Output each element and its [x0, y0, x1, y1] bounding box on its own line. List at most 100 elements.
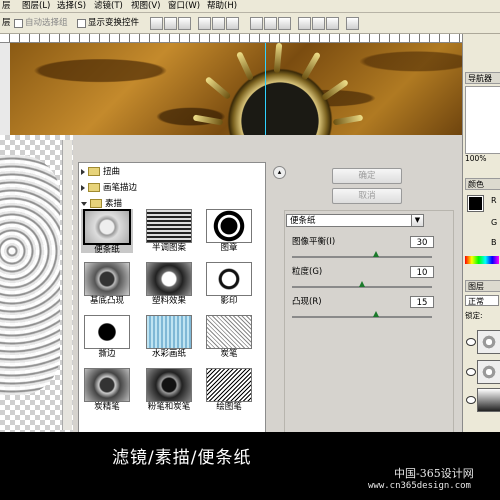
foreground-color-swatch[interactable] — [467, 195, 484, 212]
filter-conte-crayon[interactable]: 炭精笔 — [81, 368, 133, 412]
visibility-eye-icon[interactable] — [466, 396, 476, 404]
filter-label: 水彩画纸 — [151, 349, 186, 359]
filter-thumbnail — [146, 262, 192, 296]
filter-graphic-pen[interactable]: 绘图笔 — [203, 368, 255, 412]
layer-thumbnail[interactable] — [477, 388, 500, 412]
guide-line[interactable] — [265, 43, 266, 135]
blend-mode-select[interactable]: 正常 — [465, 295, 499, 306]
menu-help[interactable]: 帮助(H) — [207, 0, 237, 12]
expand-arrow-icon — [81, 184, 85, 191]
preview-image — [0, 155, 60, 395]
filter-label: 半调图案 — [151, 243, 186, 253]
preview-scrollbar[interactable] — [62, 140, 72, 430]
folder-open-icon — [90, 199, 102, 208]
cancel-button[interactable]: 取消 — [332, 188, 402, 204]
auto-select-group-label: 自动选择组 — [25, 18, 68, 28]
filter-water-paper[interactable]: 水彩画纸 — [143, 315, 195, 359]
filter-thumbnail — [83, 209, 131, 245]
folder-icon — [88, 183, 100, 192]
align-vcenter-icon[interactable] — [164, 17, 177, 30]
navigator-tab[interactable]: 导航器 — [465, 72, 500, 84]
zoom-value[interactable]: 100% — [465, 154, 486, 164]
filter-chalk-charcoal[interactable]: 粉笔和炭笔 — [143, 368, 195, 412]
align-bottom-icon[interactable] — [178, 17, 191, 30]
menu-bar: 层 图层(L) 选择(S) 滤镜(T) 视图(V) 窗口(W) 帮助(H) — [0, 0, 500, 13]
color-spectrum-bar[interactable] — [465, 256, 499, 264]
relief-input[interactable]: 15 — [410, 296, 434, 308]
color-channel-b: B — [491, 238, 497, 247]
menu-view[interactable]: 视图(V) — [131, 0, 160, 12]
filter-thumbnail — [84, 315, 130, 349]
auto-select-group-checkbox[interactable] — [14, 19, 23, 28]
relief-slider-knob[interactable] — [373, 311, 379, 317]
category-brush-strokes[interactable]: 画笔描边 — [81, 182, 261, 195]
filter-charcoal[interactable]: 炭笔 — [203, 315, 255, 359]
filter-photocopy[interactable]: 影印 — [203, 262, 255, 306]
filter-thumbnail — [206, 262, 252, 296]
image-balance-slider[interactable] — [292, 256, 432, 258]
filter-select[interactable]: 便条纸 — [286, 214, 424, 227]
category-label: 扭曲 — [103, 167, 121, 177]
document-canvas[interactable] — [10, 43, 462, 135]
color-tab[interactable]: 颜色 — [465, 178, 500, 190]
align-left-icon[interactable] — [198, 17, 211, 30]
image-balance-slider-knob[interactable] — [373, 251, 379, 257]
ok-button[interactable]: 确定 — [332, 168, 402, 184]
filter-stamp[interactable]: 图章 — [203, 209, 255, 253]
distribute-vcenter-icon[interactable] — [264, 17, 277, 30]
layer-thumbnail[interactable] — [477, 330, 500, 354]
filter-bas-relief[interactable]: 基底凸现 — [81, 262, 133, 306]
filter-label: 粉笔和炭笔 — [147, 402, 191, 412]
filter-list: 扭曲 画笔描边 素描 便条纸 半调图案 图章 基底凸现 塑料效果 影印 撕边 水… — [78, 162, 266, 434]
align-top-icon[interactable] — [150, 17, 163, 30]
auto-align-icon[interactable] — [346, 17, 359, 30]
chevron-down-icon[interactable]: ▼ — [411, 214, 424, 227]
menu-window[interactable]: 窗口(W) — [168, 0, 200, 12]
watermark-title: 中国-365设计网 — [394, 467, 474, 480]
collapse-gallery-button[interactable]: ▴ — [273, 166, 286, 179]
menu-filter[interactable]: 滤镜(T) — [94, 0, 123, 12]
horizontal-ruler[interactable] — [0, 34, 462, 43]
show-transform-checkbox[interactable] — [77, 19, 86, 28]
graininess-slider-knob[interactable] — [359, 281, 365, 287]
navigator-preview[interactable] — [465, 86, 500, 154]
visibility-eye-icon[interactable] — [466, 368, 476, 376]
align-hcenter-icon[interactable] — [212, 17, 225, 30]
relief-slider[interactable] — [292, 316, 432, 318]
filter-thumbnail — [146, 209, 192, 243]
param-label-relief: 凸现(R) — [292, 297, 322, 307]
menu-layer-fragment[interactable]: 层 — [2, 0, 11, 12]
category-label: 画笔描边 — [103, 183, 138, 193]
filter-halftone-pattern[interactable]: 半调图案 — [143, 209, 195, 253]
distribute-left-icon[interactable] — [298, 17, 311, 30]
filter-thumbnail — [84, 368, 130, 402]
caption-text: 滤镜/素描/便条纸 — [112, 448, 252, 468]
expand-arrow-icon — [81, 168, 85, 175]
folder-icon — [88, 167, 100, 176]
align-right-icon[interactable] — [226, 17, 239, 30]
filter-note-paper[interactable]: 便条纸 — [81, 209, 133, 255]
show-transform-label: 显示变换控件 — [88, 18, 140, 28]
filter-label: 塑料效果 — [151, 296, 186, 306]
watermark-url: www.cn365design.com — [368, 481, 471, 491]
distribute-bottom-icon[interactable] — [278, 17, 291, 30]
distribute-right-icon[interactable] — [326, 17, 339, 30]
sun-ray — [204, 76, 232, 100]
visibility-eye-icon[interactable] — [466, 338, 476, 346]
filter-label: 炭精笔 — [94, 402, 120, 412]
graininess-input[interactable]: 10 — [410, 266, 434, 278]
layers-tab[interactable]: 图层 — [465, 280, 500, 292]
right-panel-dock: 导航器 100% 颜色 R G B 图层 正常 锁定: — [462, 34, 500, 432]
distribute-hcenter-icon[interactable] — [312, 17, 325, 30]
filter-label: 便条纸 — [94, 245, 120, 255]
layer-thumbnail[interactable] — [477, 360, 500, 384]
filter-torn-edges[interactable]: 撕边 — [81, 315, 133, 359]
menu-layer[interactable]: 图层(L) — [22, 0, 50, 12]
distribute-top-icon[interactable] — [250, 17, 263, 30]
menu-select[interactable]: 选择(S) — [57, 0, 86, 12]
image-balance-input[interactable]: 30 — [410, 236, 434, 248]
filter-plaster[interactable]: 塑料效果 — [143, 262, 195, 306]
category-distort[interactable]: 扭曲 — [81, 166, 261, 179]
param-label-image-balance: 图像平衡(I) — [292, 237, 336, 247]
filter-label: 撕边 — [98, 349, 116, 359]
